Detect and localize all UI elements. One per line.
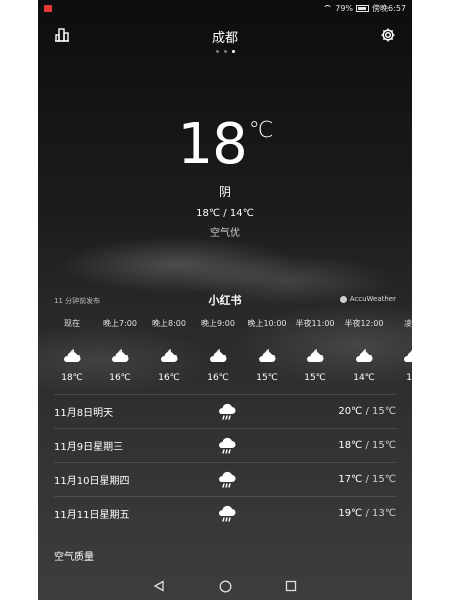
back-triangle-icon <box>153 580 164 592</box>
daily-row[interactable]: 11月9日星期三 18℃ / 15℃ <box>54 428 396 462</box>
hour-temp: 16℃ <box>158 373 180 383</box>
day-high: 17℃ <box>338 474 363 485</box>
hourly-item: 晚上8:00 16℃ <box>145 318 193 383</box>
nav-recent-button[interactable] <box>283 578 299 594</box>
air-quality-title: 空气质量 <box>54 552 94 563</box>
battery-percent: 79% <box>335 4 354 13</box>
page-indicator <box>38 50 412 53</box>
rain-cloud-icon <box>219 471 236 488</box>
current-temp-unit: ℃ <box>248 118 274 143</box>
accuweather-logo-icon <box>339 295 347 303</box>
temp-separator: / <box>362 508 373 519</box>
home-circle-icon <box>219 580 231 592</box>
notification-app-icon <box>44 5 52 12</box>
rain-cloud-icon <box>219 437 236 454</box>
temp-separator: / <box>362 440 373 451</box>
nav-home-button[interactable] <box>217 578 233 594</box>
status-right: 79% 傍晚6:57 <box>323 3 406 14</box>
weather-screen: 79% 傍晚6:57 成都 18℃ 阴 18℃ / 14℃ 空气优 11 分钟前… <box>38 0 412 600</box>
hour-time: 晚上7:00 <box>103 319 137 328</box>
hour-time: 现在 <box>64 319 80 328</box>
day-low: 15℃ <box>372 474 396 485</box>
hour-time: 半夜12:00 <box>344 319 384 328</box>
clock: 傍晚6:57 <box>372 4 406 13</box>
daily-row[interactable]: 11月8日明天 20℃ / 15℃ <box>54 394 396 428</box>
hourly-item: 半夜11:00 15℃ <box>291 318 339 383</box>
current-condition: 阴 <box>218 185 231 199</box>
cloudy-night-icon <box>210 349 227 362</box>
day-label: 11月9日星期三 <box>54 442 124 453</box>
day-label: 11月11日星期五 <box>54 510 130 521</box>
cloudy-night-icon <box>404 350 412 362</box>
status-bar: 79% 傍晚6:57 <box>38 0 412 17</box>
day-temps: 17℃ / 15℃ <box>338 474 396 485</box>
page-dot <box>223 50 227 53</box>
hourly-item: 半夜12:00 14℃ <box>340 318 388 383</box>
hourly-item: 现在 18℃ <box>48 318 96 383</box>
current-temperature: 18℃ <box>38 112 412 177</box>
hour-time: 晚上8:00 <box>152 319 186 328</box>
settings-button[interactable] <box>378 25 398 45</box>
daily-row[interactable]: 11月11日星期五 19℃ / 13℃ <box>54 496 396 530</box>
current-temp-value: 18 <box>177 112 248 177</box>
recent-square-icon <box>285 580 297 592</box>
cloudy-night-icon <box>64 349 81 362</box>
hour-temp: 15℃ <box>256 373 278 383</box>
hour-time: 晚上9:00 <box>201 319 235 328</box>
cloudy-night-icon <box>356 349 373 362</box>
temp-separator: / <box>362 406 373 417</box>
cloudy-night-icon <box>307 349 324 362</box>
wifi-icon <box>323 5 333 12</box>
day-label: 11月10日星期四 <box>54 476 130 487</box>
temp-separator: / <box>362 474 373 485</box>
daily-forecast: 11月8日明天 20℃ / 15℃ 11月9日星期三 18℃ / 15℃ 11月… <box>54 394 396 530</box>
cloudy-night-icon <box>112 349 129 362</box>
cloudy-night-icon <box>161 349 178 362</box>
gear-icon <box>381 28 395 42</box>
day-temps: 20℃ / 15℃ <box>338 406 396 417</box>
provider-link[interactable]: AccuWeather <box>339 295 396 303</box>
page-dot <box>215 50 219 53</box>
hour-temp: 16℃ <box>207 373 229 383</box>
day-label: 11月8日明天 <box>54 408 114 419</box>
page-dot-active <box>231 50 235 53</box>
cloudy-night-icon <box>259 349 276 362</box>
day-low: 15℃ <box>372 406 396 417</box>
city-name[interactable]: 成都 <box>38 27 412 46</box>
day-low: 13℃ <box>372 508 396 519</box>
rain-cloud-icon <box>219 505 236 522</box>
rain-cloud-icon <box>219 403 236 420</box>
hour-temp: 14℃ <box>353 373 375 383</box>
day-low: 15℃ <box>372 440 396 451</box>
day-high: 18℃ <box>338 440 363 451</box>
daily-row[interactable]: 11月10日星期四 17℃ / 15℃ <box>54 462 396 496</box>
hour-time: 凌晨 <box>404 319 412 328</box>
hourly-item: 晚上7:00 16℃ <box>96 318 144 383</box>
provider-name: AccuWeather <box>349 295 396 303</box>
hour-time: 晚上10:00 <box>247 319 287 328</box>
today-range: 18℃ / 14℃ <box>196 208 254 219</box>
hourly-item: 晚上9:00 16℃ <box>194 318 242 383</box>
battery-icon <box>356 5 370 12</box>
day-temps: 19℃ / 13℃ <box>338 508 396 519</box>
hour-time: 半夜11:00 <box>295 319 335 328</box>
day-high: 19℃ <box>338 508 363 519</box>
hourly-item: 晚上10:00 15℃ <box>243 318 291 383</box>
hour-temp: 14 <box>406 373 412 383</box>
air-quality-summary[interactable]: 空气优 <box>38 224 412 239</box>
hour-temp: 16℃ <box>109 373 131 383</box>
hourly-forecast[interactable]: 现在 18℃ 晚上7:00 16℃ 晚上8:00 16℃ 晚上9:00 16℃ … <box>38 318 412 388</box>
hourly-item: 凌晨 14 <box>388 318 412 383</box>
hour-temp: 18℃ <box>61 373 83 383</box>
navigation-bar <box>38 572 412 600</box>
hour-temp: 15℃ <box>304 373 326 383</box>
day-high: 20℃ <box>338 406 363 417</box>
nav-back-button[interactable] <box>151 578 167 594</box>
day-temps: 18℃ / 15℃ <box>338 440 396 451</box>
